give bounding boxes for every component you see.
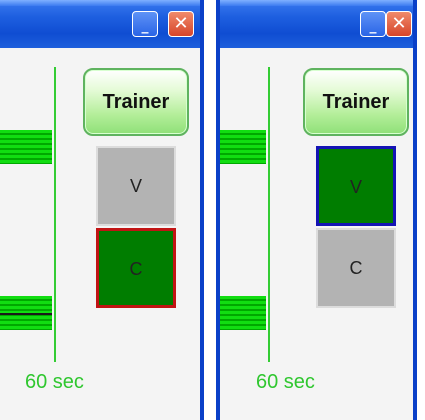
screenshot-stage: _ ✕ Trainer V C 60 sec _ ✕ Trainer V C 6… xyxy=(0,0,425,420)
timeline-axis xyxy=(268,67,270,362)
key-v[interactable]: V xyxy=(96,146,176,226)
trainer-button[interactable]: Trainer xyxy=(303,68,409,136)
minimize-button[interactable]: _ xyxy=(132,11,158,37)
time-label: 60 sec xyxy=(25,371,84,393)
timeline-track-segment xyxy=(0,130,52,164)
key-c[interactable]: C xyxy=(96,228,176,308)
minimize-button[interactable]: _ xyxy=(360,11,386,37)
key-v[interactable]: V xyxy=(316,146,396,226)
timeline-marker-line xyxy=(0,313,52,315)
timeline-axis xyxy=(54,67,56,362)
title-bar[interactable]: _ ✕ xyxy=(220,0,413,48)
timeline-track-segment xyxy=(220,296,266,330)
title-bar[interactable]: _ ✕ xyxy=(0,0,200,48)
close-button[interactable]: ✕ xyxy=(168,11,194,37)
window-left: _ ✕ Trainer V C 60 sec xyxy=(0,0,204,420)
trainer-button[interactable]: Trainer xyxy=(83,68,189,136)
key-c[interactable]: C xyxy=(316,228,396,308)
window-right: _ ✕ Trainer V C 60 sec xyxy=(216,0,417,420)
timeline-track-segment xyxy=(220,130,266,164)
time-label: 60 sec xyxy=(256,371,315,393)
title-bar-highlight xyxy=(0,0,200,6)
title-bar-highlight xyxy=(220,0,413,6)
close-button[interactable]: ✕ xyxy=(386,11,412,37)
